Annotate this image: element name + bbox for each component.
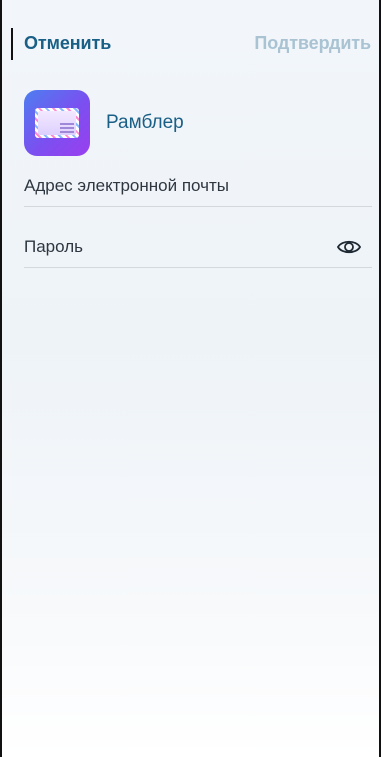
email-field-container (24, 170, 372, 207)
email-field[interactable] (24, 170, 324, 202)
text-cursor (11, 28, 13, 60)
eye-icon[interactable] (336, 236, 362, 258)
confirm-button[interactable]: Подтвердить (254, 33, 371, 54)
account-provider-row: Рамблер (24, 90, 364, 156)
password-field[interactable] (24, 231, 324, 263)
top-bar: Отменить Подтвердить (2, 0, 379, 60)
add-account-screen: Отменить Подтвердить Рамблер (0, 0, 381, 757)
mail-envelope-icon (24, 90, 90, 156)
cancel-button[interactable]: Отменить (24, 33, 111, 54)
account-provider-name: Рамблер (106, 112, 184, 133)
envelope-graphic (35, 108, 79, 138)
password-field-container (24, 231, 372, 268)
